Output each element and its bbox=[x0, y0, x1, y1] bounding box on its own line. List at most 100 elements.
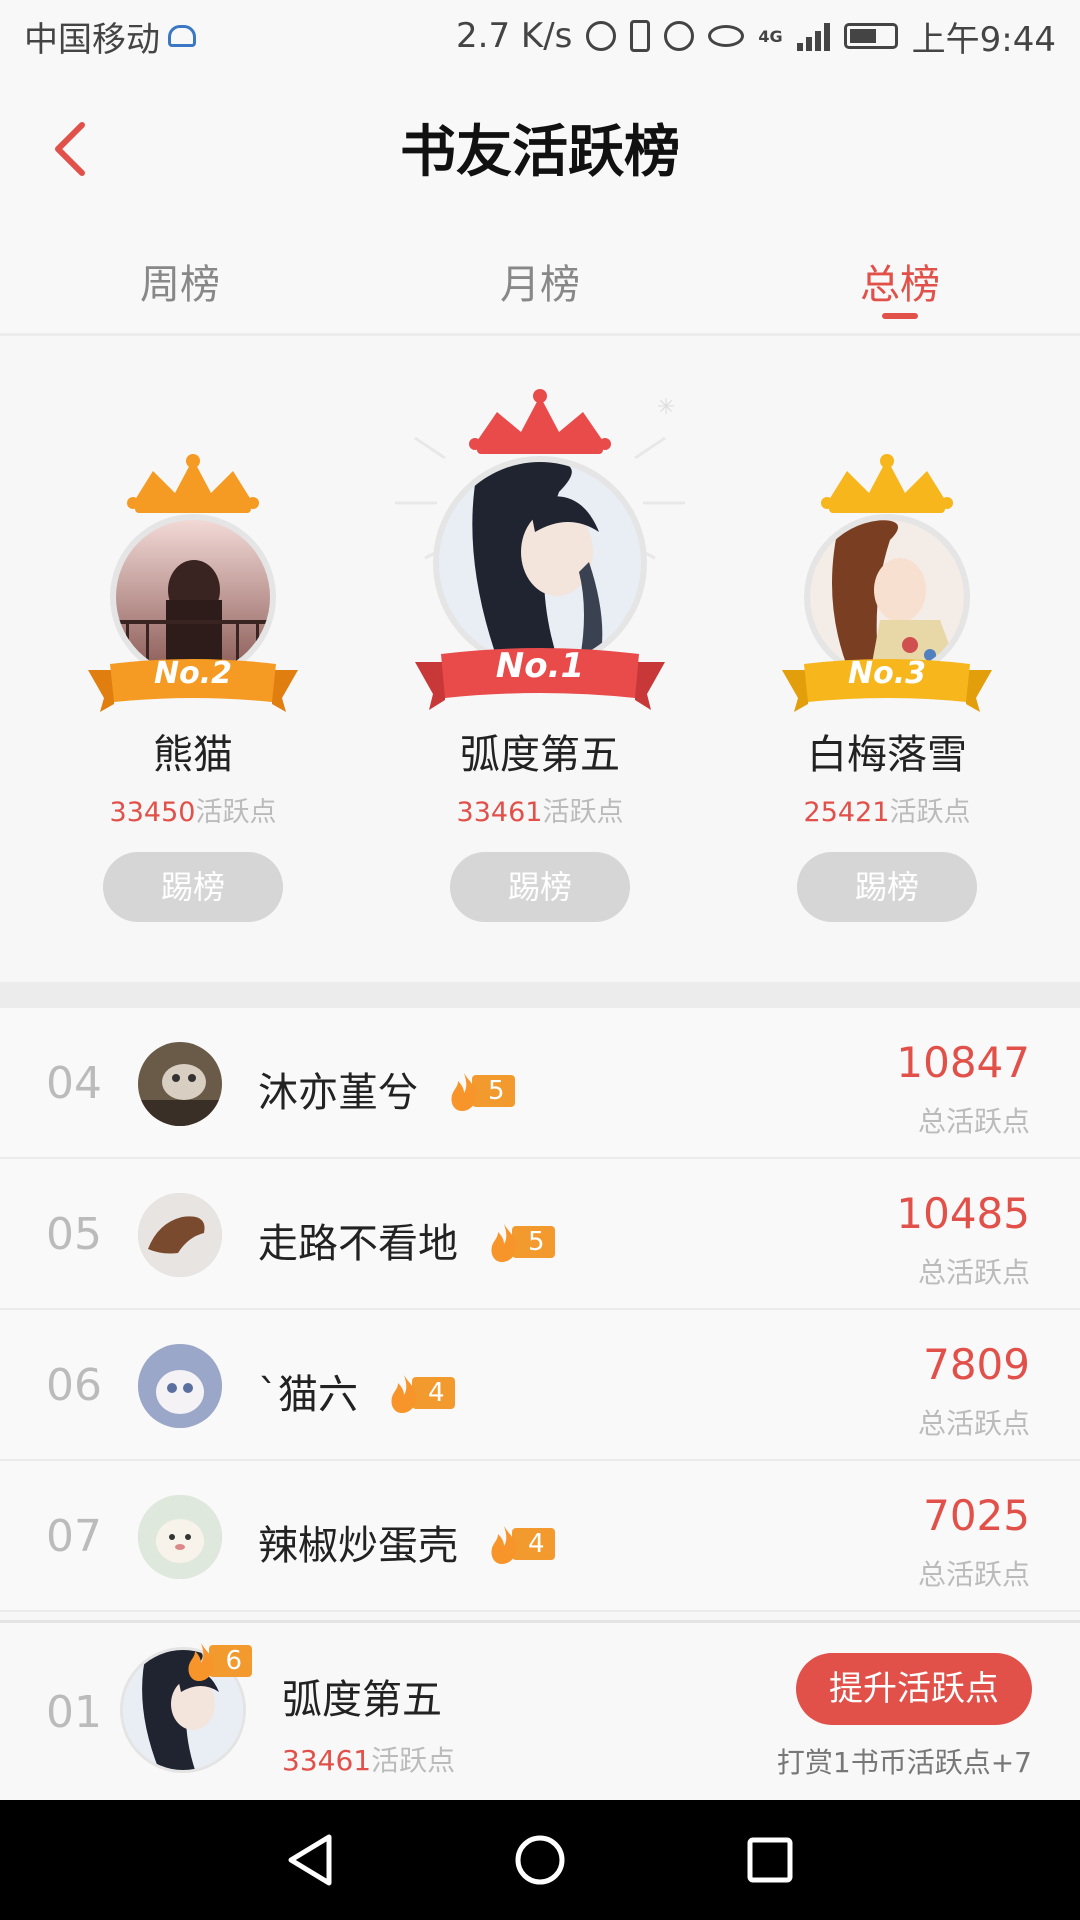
podium-first: ✳ No.1 弧度第五 33461活跃点 踢榜 bbox=[375, 338, 705, 978]
user-name-line: `猫六 4 bbox=[258, 1362, 455, 1420]
score-value: 7025 bbox=[923, 1491, 1030, 1540]
my-rank-bar: 01 6 弧度第五 33461活跃点 提升活跃点 打赏1书币活跃点+7 bbox=[0, 1620, 1080, 1800]
user-name: 弧度第五 bbox=[460, 732, 620, 778]
avatar-image bbox=[138, 1042, 222, 1126]
level-badge: 5 bbox=[446, 1073, 515, 1111]
avatar[interactable] bbox=[138, 1042, 222, 1126]
user-name-line: 辣椒炒蛋壳 4 bbox=[258, 1513, 555, 1571]
points-value: 33461 bbox=[282, 1744, 372, 1777]
user-name: 白梅落雪 bbox=[807, 732, 967, 778]
list-item[interactable]: 07 辣椒炒蛋壳 4 7025 总活跃点 bbox=[0, 1461, 1080, 1612]
avatar-image bbox=[138, 1495, 222, 1579]
points-text: 33461活跃点 bbox=[375, 790, 705, 829]
score-value: 7809 bbox=[923, 1340, 1030, 1389]
level-badge: 5 bbox=[486, 1224, 555, 1262]
user-name: 辣椒炒蛋壳 bbox=[258, 1523, 458, 1569]
nav-recents-button[interactable] bbox=[740, 1830, 800, 1890]
avatar[interactable] bbox=[138, 1193, 222, 1277]
page-title: 书友活跃榜 bbox=[400, 118, 680, 185]
net-speed: 2.7 K/s bbox=[456, 16, 573, 56]
user-name: 走路不看地 bbox=[258, 1221, 458, 1267]
score-value: 10847 bbox=[896, 1038, 1030, 1087]
score-label: 总活跃点 bbox=[917, 1558, 1030, 1591]
nav-home-button[interactable] bbox=[510, 1830, 570, 1890]
rank-number: 04 bbox=[46, 1058, 102, 1109]
podium: No.2 熊猫 33450活跃点 踢榜 ✳ No.1 弧度第五 33461活跃点… bbox=[0, 338, 1080, 980]
my-rank-number: 01 bbox=[46, 1687, 102, 1738]
level-badge: 6 bbox=[183, 1643, 252, 1681]
avatar[interactable] bbox=[433, 456, 647, 670]
points-text: 33450活跃点 bbox=[28, 790, 358, 829]
level-badge: 4 bbox=[386, 1375, 455, 1413]
section-divider bbox=[0, 982, 1080, 1008]
list-item[interactable]: 06 `猫六 4 7809 总活跃点 bbox=[0, 1310, 1080, 1461]
avatar-image bbox=[138, 1193, 222, 1277]
chevron-left-icon bbox=[55, 122, 85, 176]
data-saver-icon bbox=[586, 21, 617, 51]
alarm-icon bbox=[664, 21, 695, 51]
crown-icon bbox=[821, 454, 953, 513]
points-value: 25421 bbox=[803, 797, 890, 828]
kick-button[interactable]: 踢榜 bbox=[103, 852, 283, 922]
fire-icon bbox=[491, 1224, 517, 1262]
status-bar: 中国移动 2.7 K/s 4G 上午9:44 bbox=[0, 0, 1080, 72]
fire-icon bbox=[451, 1073, 477, 1111]
clock: 上午9:44 bbox=[911, 19, 1056, 60]
vibrate-icon bbox=[630, 20, 651, 52]
kick-button[interactable]: 踢榜 bbox=[450, 852, 630, 922]
avatar[interactable] bbox=[138, 1344, 222, 1428]
square-recents-icon bbox=[747, 1837, 793, 1883]
tab-total[interactable]: 总榜 bbox=[720, 222, 1080, 333]
crown-icon bbox=[469, 389, 611, 454]
rank-label: No.3 bbox=[848, 656, 926, 691]
triangle-back-icon bbox=[288, 1834, 332, 1886]
svg-text:✳: ✳ bbox=[657, 395, 675, 420]
tab-monthly[interactable]: 月榜 bbox=[360, 222, 720, 333]
tab-weekly[interactable]: 周榜 bbox=[0, 222, 360, 333]
list-item[interactable]: 05 走路不看地 5 10485 总活跃点 bbox=[0, 1159, 1080, 1310]
points-unit: 活跃点 bbox=[889, 797, 971, 828]
podium-second: No.2 熊猫 33450活跃点 踢榜 bbox=[28, 338, 358, 978]
score-value: 10485 bbox=[896, 1189, 1030, 1238]
my-points-text: 33461活跃点 bbox=[282, 1739, 455, 1779]
eye-icon bbox=[708, 25, 745, 47]
kick-button[interactable]: 踢榜 bbox=[797, 852, 977, 922]
title-bar: 书友活跃榜 bbox=[0, 72, 1080, 222]
rank-label: No.2 bbox=[154, 656, 232, 691]
avatar-image bbox=[138, 1344, 222, 1428]
avatar-image bbox=[810, 520, 964, 674]
list-item[interactable]: 04 沐亦堇兮 5 10847 总活跃点 bbox=[0, 1008, 1080, 1159]
battery-icon bbox=[843, 23, 898, 49]
carrier-label: 中国移动 bbox=[24, 19, 160, 60]
fire-icon bbox=[391, 1375, 417, 1413]
fire-icon bbox=[188, 1643, 214, 1681]
score-label: 总活跃点 bbox=[917, 1105, 1030, 1138]
avatar-image bbox=[116, 520, 270, 674]
user-name: 沐亦堇兮 bbox=[258, 1070, 418, 1116]
boost-note: 打赏1书币活跃点+7 bbox=[776, 1746, 1032, 1779]
user-name: 熊猫 bbox=[153, 732, 233, 778]
level-badge: 4 bbox=[486, 1526, 555, 1564]
system-nav-bar bbox=[0, 1800, 1080, 1920]
points-unit: 活跃点 bbox=[371, 1744, 456, 1777]
user-name-line: 沐亦堇兮 5 bbox=[258, 1060, 515, 1118]
circle-home-icon bbox=[515, 1835, 565, 1885]
my-avatar-wrap: 6 bbox=[120, 1643, 252, 1773]
hd-icon bbox=[168, 25, 196, 47]
points-value: 33461 bbox=[456, 797, 543, 828]
rank-number: 07 bbox=[46, 1511, 102, 1562]
signal-icon bbox=[796, 21, 830, 51]
podium-third: No.3 白梅落雪 25421活跃点 踢榜 bbox=[722, 338, 1052, 978]
rank-number: 06 bbox=[46, 1360, 102, 1411]
boost-activity-button[interactable]: 提升活跃点 bbox=[796, 1653, 1032, 1725]
avatar[interactable] bbox=[138, 1495, 222, 1579]
my-user-name: 弧度第五 bbox=[282, 1677, 442, 1723]
points-unit: 活跃点 bbox=[542, 797, 624, 828]
avatar-image bbox=[439, 462, 641, 664]
fire-icon bbox=[491, 1526, 517, 1564]
back-button[interactable] bbox=[40, 114, 100, 184]
score-label: 总活跃点 bbox=[917, 1407, 1030, 1440]
rank-label: No.1 bbox=[495, 646, 585, 686]
points-unit: 活跃点 bbox=[195, 797, 277, 828]
nav-back-button[interactable] bbox=[280, 1830, 340, 1890]
